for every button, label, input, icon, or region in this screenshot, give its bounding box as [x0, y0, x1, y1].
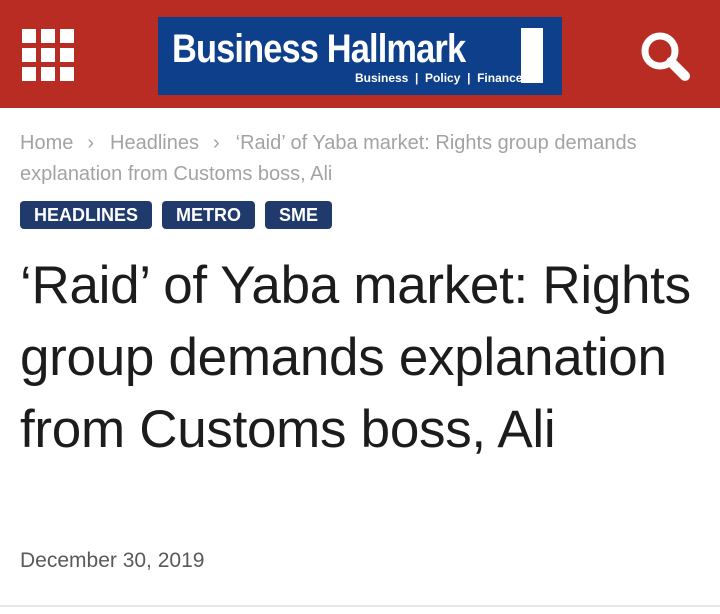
divider	[0, 605, 720, 607]
category-tag-headlines[interactable]: HEADLINES	[20, 201, 153, 229]
category-tag-metro[interactable]: METRO	[162, 201, 256, 229]
breadcrumb-home[interactable]: Home	[20, 132, 73, 154]
article-title: ‘Raid’ of Yaba market: Rights group dema…	[20, 256, 691, 459]
logo-tagline: Business | Policy | Finance	[355, 71, 523, 85]
breadcrumb: Home › Headlines › ‘Raid’ of Yaba market: Ri…	[20, 128, 690, 190]
breadcrumb-separator: ›	[212, 132, 220, 154]
breadcrumb-separator: ›	[87, 132, 95, 154]
category-tag-sme[interactable]: SME	[265, 201, 333, 229]
search-icon[interactable]	[636, 26, 696, 86]
site-logo[interactable]: Business Hallmark Business | Policy | Fi…	[158, 17, 562, 95]
grid-menu-icon[interactable]	[22, 29, 74, 81]
breadcrumb-headlines[interactable]: Headlines	[110, 132, 199, 154]
category-tags: HEADLINES METRO SME	[20, 201, 333, 229]
logo-name: Business Hallmark	[172, 27, 466, 71]
article-date: December 30, 2019	[20, 549, 205, 572]
logo-bar	[521, 28, 543, 83]
site-header: Business Hallmark Business | Policy | Fi…	[0, 0, 720, 108]
